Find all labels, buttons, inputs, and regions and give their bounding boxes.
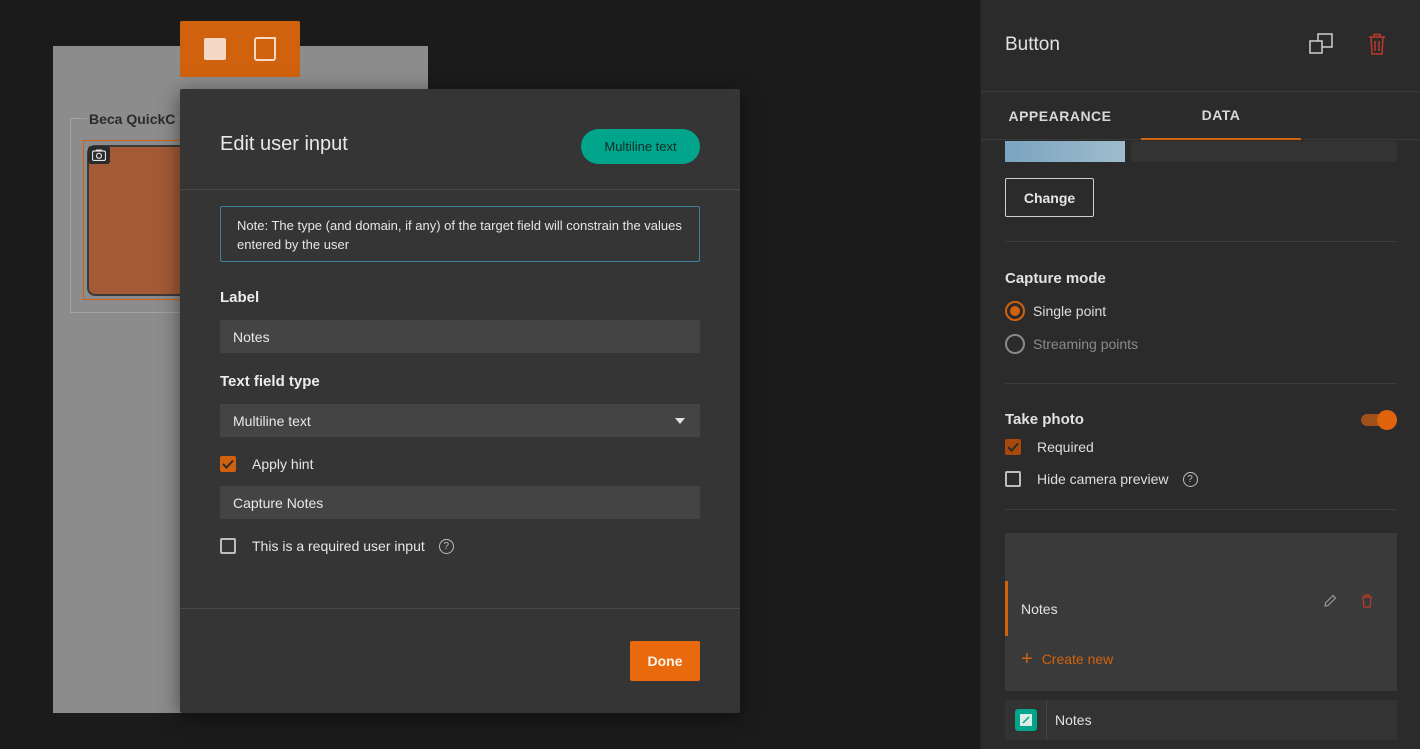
help-icon[interactable]: ? bbox=[1182, 471, 1198, 487]
square-icon bbox=[204, 38, 226, 60]
capture-mode-title: Capture mode bbox=[1005, 270, 1106, 287]
edit-note-icon bbox=[1014, 709, 1037, 731]
image-details bbox=[1131, 141, 1397, 162]
panel-tabs: APPEARANCE DATA bbox=[981, 91, 1420, 140]
list-item-label: Notes bbox=[1021, 600, 1058, 617]
hide-camera-preview-row[interactable]: Hide camera preview ? bbox=[1005, 471, 1198, 487]
tab-appearance[interactable]: APPEARANCE bbox=[1001, 92, 1119, 140]
apply-hint-checkbox[interactable] bbox=[220, 456, 236, 472]
properties-panel: Button APPEARANCE DATA Change Capture mo… bbox=[980, 0, 1420, 749]
help-icon[interactable]: ? bbox=[438, 538, 454, 554]
required-row[interactable]: This is a required user input ? bbox=[220, 538, 454, 554]
plus-icon: + bbox=[1021, 648, 1033, 670]
required-checkbox[interactable] bbox=[220, 538, 236, 554]
divider bbox=[1005, 383, 1397, 384]
trash-icon[interactable] bbox=[1361, 594, 1375, 610]
field-type-heading: Text field type bbox=[220, 373, 320, 390]
apply-hint-label: Apply hint bbox=[252, 456, 314, 472]
button-image-thumbnail bbox=[1005, 141, 1125, 162]
camera-icon bbox=[88, 146, 110, 164]
photo-required-checkbox[interactable] bbox=[1005, 439, 1021, 455]
dialog-footer-divider bbox=[180, 608, 740, 609]
photo-required-row[interactable]: Required bbox=[1005, 439, 1094, 455]
bottom-item-label: Notes bbox=[1055, 712, 1092, 728]
create-new-button[interactable]: + Create new bbox=[1021, 648, 1114, 670]
take-photo-title: Take photo bbox=[1005, 411, 1084, 428]
label-input[interactable]: Notes bbox=[220, 320, 700, 353]
edit-user-input-dialog: Edit user input Multiline text Note: The… bbox=[180, 89, 740, 713]
input-type-icon-cell bbox=[1005, 700, 1047, 740]
hide-camera-preview-checkbox[interactable] bbox=[1005, 471, 1021, 487]
hint-input[interactable]: Capture Notes bbox=[220, 486, 700, 519]
required-label: This is a required user input bbox=[252, 538, 425, 554]
streaming-points-radio[interactable] bbox=[1005, 334, 1025, 354]
streaming-points-label: Streaming points bbox=[1033, 336, 1139, 352]
capture-streaming-points[interactable]: Streaming points bbox=[1005, 334, 1138, 354]
create-new-label: Create new bbox=[1041, 651, 1114, 667]
capture-single-point[interactable]: Single point bbox=[1005, 301, 1106, 321]
field-type-value: Multiline text bbox=[233, 412, 311, 429]
check-icon bbox=[222, 459, 234, 469]
chevron-down-icon bbox=[675, 418, 685, 424]
toggle-knob bbox=[1377, 410, 1397, 430]
hide-camera-preview-label: Hide camera preview bbox=[1037, 471, 1169, 487]
duplicate-icon[interactable] bbox=[1307, 30, 1335, 58]
change-button[interactable]: Change bbox=[1005, 178, 1094, 217]
trash-icon[interactable] bbox=[1363, 30, 1391, 58]
single-point-label: Single point bbox=[1033, 303, 1107, 319]
panel-title: Button bbox=[1005, 34, 1060, 55]
photo-required-label: Required bbox=[1037, 439, 1094, 455]
single-point-radio[interactable] bbox=[1005, 301, 1025, 321]
bottom-list-item[interactable]: Notes bbox=[1005, 700, 1397, 740]
element-toolbar bbox=[180, 21, 300, 77]
frame-icon bbox=[254, 37, 276, 61]
divider bbox=[1005, 241, 1397, 242]
frame-style-button[interactable] bbox=[250, 34, 280, 64]
check-icon bbox=[1007, 442, 1019, 452]
type-pill: Multiline text bbox=[581, 129, 700, 164]
constraint-note: Note: The type (and domain, if any) of t… bbox=[220, 206, 700, 262]
tab-data[interactable]: DATA bbox=[1141, 92, 1301, 140]
user-input-list: Notes + Create new bbox=[1005, 533, 1397, 691]
preview-title: Beca QuickC bbox=[87, 111, 178, 127]
take-photo-toggle[interactable] bbox=[1361, 410, 1397, 430]
label-heading: Label bbox=[220, 289, 260, 306]
divider bbox=[1005, 509, 1397, 510]
fill-style-button[interactable] bbox=[200, 34, 230, 64]
dialog-header: Edit user input Multiline text bbox=[180, 89, 740, 190]
pencil-icon[interactable] bbox=[1323, 594, 1339, 610]
done-button[interactable]: Done bbox=[630, 641, 700, 681]
apply-hint-row[interactable]: Apply hint bbox=[220, 456, 313, 472]
dialog-title: Edit user input bbox=[220, 133, 348, 155]
field-type-select[interactable]: Multiline text bbox=[220, 404, 700, 437]
